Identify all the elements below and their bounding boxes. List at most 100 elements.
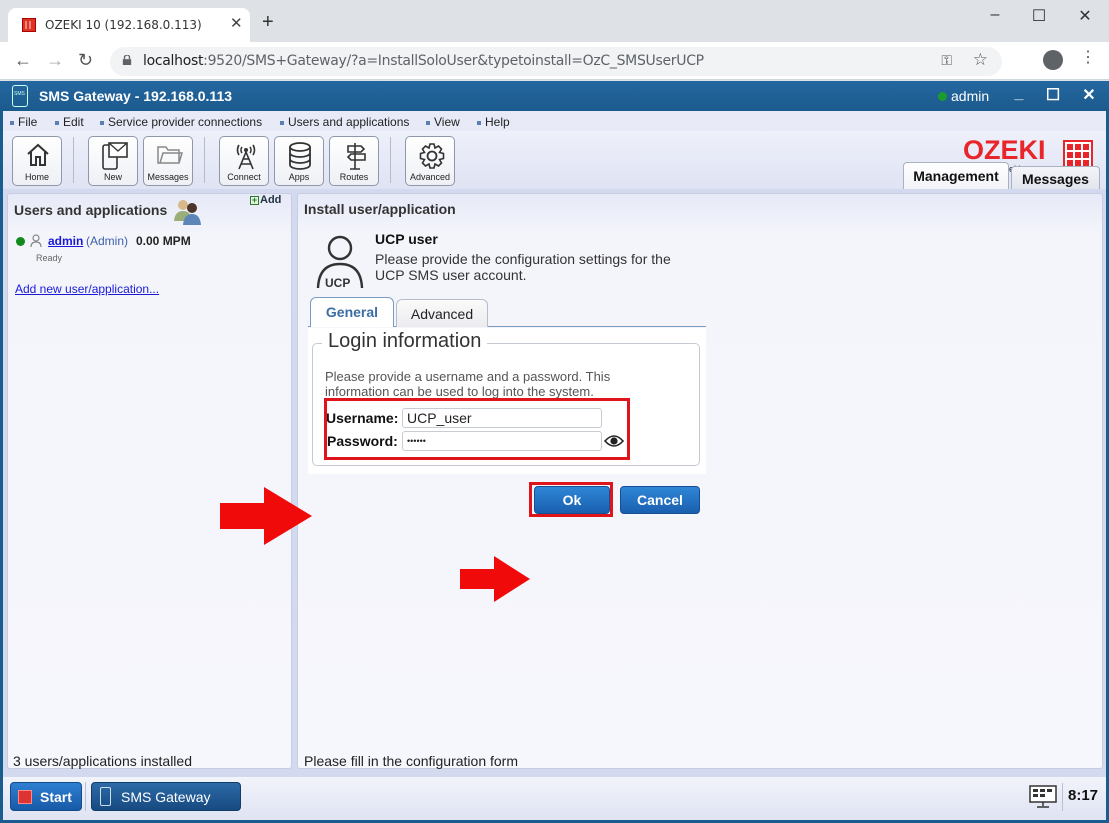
menu-file[interactable]: File — [10, 115, 37, 129]
cancel-button[interactable]: Cancel — [620, 486, 700, 514]
online-status-icon — [16, 237, 25, 246]
gear-icon — [419, 143, 445, 169]
new-message-icon — [102, 142, 128, 170]
login-help-line2: information can be used to log into the … — [325, 384, 594, 399]
folder-icon — [157, 146, 183, 164]
user-role: (Admin) — [86, 234, 129, 248]
clock: 8:17 — [1068, 787, 1099, 804]
app-title-bar: SMS Gateway - 192.168.0.113 admin _ ☐ ✕ — [0, 81, 1109, 111]
user-status: Ready — [36, 253, 63, 263]
new-message-button[interactable]: New — [88, 136, 138, 186]
advanced-button[interactable]: Advanced — [405, 136, 455, 186]
description-line1: Please provide the configuration setting… — [375, 251, 671, 267]
browser-tab-strip: OZEKI 10 (192.168.0.113) ✕ + – ☐ ✕ — [0, 0, 1109, 42]
description-line2: UCP SMS user account. — [375, 267, 527, 283]
menu-service-provider-connections[interactable]: Service provider connections — [100, 115, 262, 129]
browser-tab-title: OZEKI 10 (192.168.0.113) — [45, 18, 202, 32]
form-body: Login information Please provide a usern… — [308, 328, 706, 474]
browser-menu-icon[interactable]: ⋮ — [1080, 50, 1096, 66]
desktop-monitor-icon[interactable] — [1029, 785, 1057, 809]
user-admin-link[interactable]: admin — [48, 234, 83, 248]
menu-bar: File Edit Service provider connections U… — [3, 111, 1106, 131]
install-panel-title: Install user/application — [304, 201, 456, 217]
user-icon — [30, 234, 42, 248]
red-arrow-credentials-icon — [220, 487, 312, 545]
minimize-window-icon[interactable]: – — [980, 6, 1010, 24]
key-icon[interactable]: ⚿ — [941, 52, 952, 69]
form-tabs: General Advanced — [308, 297, 706, 327]
highlight-credentials-box — [324, 398, 630, 460]
close-tab-icon[interactable]: ✕ — [230, 14, 243, 32]
sms-phone-icon — [12, 85, 28, 107]
app-close-icon[interactable]: ✕ — [1079, 85, 1099, 105]
forward-icon[interactable]: → — [46, 51, 64, 69]
back-icon[interactable]: ← — [14, 51, 32, 69]
menu-edit[interactable]: Edit — [55, 115, 84, 129]
app-title: SMS Gateway - 192.168.0.113 — [39, 88, 233, 104]
start-button[interactable]: Start — [10, 782, 82, 811]
ribbon-toolbar: Home New Messages Connect Apps Routes Ad… — [3, 131, 1106, 189]
bookmark-star-icon[interactable]: ☆ — [973, 50, 988, 70]
menu-help[interactable]: Help — [477, 115, 510, 129]
home-icon — [27, 143, 49, 166]
app-window: SMS Gateway - 192.168.0.113 admin _ ☐ ✕ … — [0, 81, 1109, 823]
add-new-user-link[interactable]: Add new user/application... — [15, 282, 159, 296]
content-area: Users and applications + Add admin (Admin… — [3, 189, 1106, 777]
users-panel-title: Users and applications — [14, 202, 168, 218]
url-text[interactable]: localhost:9520/SMS+Gateway/?a=InstallSol… — [143, 53, 704, 69]
users-count-status: 3 users/applications installed — [13, 753, 192, 769]
taskbar: Start SMS Gateway 8:17 — [3, 777, 1106, 820]
app-minimize-icon[interactable]: _ — [1009, 85, 1029, 103]
ozeki-favicon-icon — [22, 18, 36, 32]
tab-messages[interactable]: Messages — [1011, 166, 1100, 189]
user-rate: 0.00 MPM — [136, 234, 191, 248]
database-icon — [289, 142, 311, 170]
login-legend: Login information — [322, 330, 488, 353]
connect-button[interactable]: Connect — [219, 136, 269, 186]
lock-icon — [122, 55, 132, 65]
install-panel: Install user/application UCP UCP user Pl… — [297, 193, 1103, 769]
new-tab-icon[interactable]: + — [262, 12, 274, 32]
ribbon-separator — [390, 137, 391, 183]
taskbar-separator — [1062, 783, 1063, 811]
highlight-ok-box — [529, 482, 613, 517]
home-button[interactable]: Home — [12, 136, 62, 186]
taskbar-sms-gateway[interactable]: SMS Gateway — [91, 782, 241, 811]
antenna-tower-icon — [236, 144, 256, 170]
reload-icon[interactable]: ↻ — [78, 51, 93, 69]
start-grid-icon — [18, 790, 32, 804]
messages-button[interactable]: Messages — [143, 136, 193, 186]
tab-general[interactable]: General — [310, 297, 394, 327]
account-avatar-icon[interactable] — [1043, 50, 1063, 70]
protocol-heading: UCP user — [375, 231, 438, 247]
browser-tab[interactable]: OZEKI 10 (192.168.0.113) ✕ — [8, 8, 250, 42]
logged-user[interactable]: admin — [951, 88, 989, 104]
taskbar-separator — [85, 782, 86, 811]
routes-button[interactable]: Routes — [329, 136, 379, 186]
ribbon-separator — [204, 137, 205, 183]
sms-phone-icon — [100, 787, 111, 806]
browser-toolbar: ← → ↻ localhost:9520/SMS+Gateway/?a=Inst… — [0, 42, 1109, 80]
menu-view[interactable]: View — [426, 115, 460, 129]
apps-button[interactable]: Apps — [274, 136, 324, 186]
ribbon-separator — [73, 137, 74, 183]
menu-users-and-applications[interactable]: Users and applications — [280, 115, 409, 129]
form-status: Please fill in the configuration form — [304, 753, 518, 769]
red-arrow-ok-icon — [460, 556, 530, 602]
users-group-icon — [174, 200, 201, 225]
address-bar[interactable]: localhost:9520/SMS+Gateway/?a=InstallSol… — [110, 47, 1002, 76]
user-list-item[interactable]: admin (Admin) 0.00 MPM Ready — [16, 234, 286, 268]
tab-management[interactable]: Management — [903, 162, 1009, 189]
tab-advanced[interactable]: Advanced — [396, 299, 488, 327]
login-help-line1: Please provide a username and a password… — [325, 369, 611, 384]
close-window-icon[interactable]: ✕ — [1070, 6, 1100, 26]
screen: OZEKI 10 (192.168.0.113) ✕ + – ☐ ✕ ← → ↻… — [0, 0, 1109, 823]
users-panel: Users and applications + Add admin (Admin… — [7, 193, 292, 769]
signpost-icon — [346, 143, 366, 170]
ucp-icon-label: UCP — [325, 276, 351, 290]
add-plus-icon: + — [250, 195, 259, 205]
add-user-button[interactable]: + Add — [250, 194, 281, 206]
app-maximize-icon[interactable]: ☐ — [1043, 85, 1063, 105]
online-status-icon — [938, 92, 947, 101]
maximize-window-icon[interactable]: ☐ — [1024, 6, 1054, 26]
